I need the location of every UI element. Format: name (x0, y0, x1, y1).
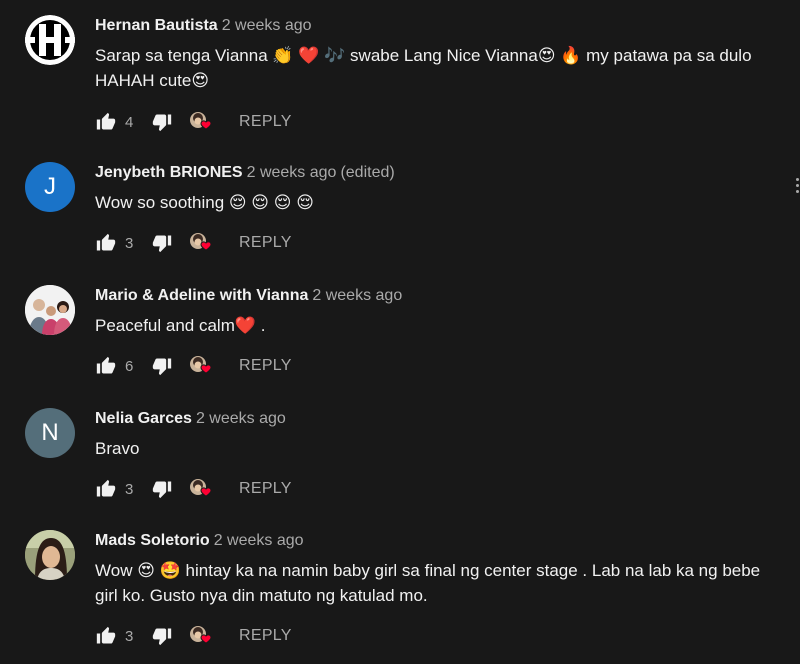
reply-button[interactable]: REPLY (239, 234, 292, 252)
more-options-icon[interactable] (796, 178, 800, 196)
comment-actions: 3 REPLY (95, 624, 292, 648)
comment-header: Jenybeth BRIONES 2 weeks ago (edited) (95, 164, 395, 182)
dislike-icon[interactable] (151, 355, 173, 377)
creator-heart-icon (187, 624, 215, 648)
author-name[interactable]: Hernan Bautista (95, 17, 218, 34)
like-count: 3 (125, 234, 134, 252)
edited-label: (edited) (340, 164, 395, 181)
avatar-letter: J (44, 173, 56, 200)
dislike-icon[interactable] (151, 478, 173, 500)
author-name[interactable]: Jenybeth BRIONES (95, 164, 243, 181)
reply-button[interactable]: REPLY (239, 357, 292, 375)
comment-header: Nelia Garces 2 weeks ago (95, 410, 286, 428)
comment-time[interactable]: 2 weeks ago (214, 532, 304, 549)
comment-text: Sarap sa tenga Vianna 👏 ❤️ 🎶 swabe Lang … (95, 46, 752, 90)
comment-actions: 4 REPLY (95, 110, 292, 134)
comment-header: Hernan Bautista 2 weeks ago (95, 17, 312, 35)
avatar[interactable] (25, 15, 75, 65)
like-count: 3 (125, 627, 134, 645)
comment-actions: 3 REPLY (95, 477, 292, 501)
like-count: 6 (125, 357, 134, 375)
comment-text: Wow so soothing 😌 😌 😌 😌 (95, 193, 314, 212)
comment-time[interactable]: 2 weeks ago (222, 17, 312, 34)
comment-time[interactable]: 2 weeks ago (196, 410, 286, 427)
dislike-icon[interactable] (151, 625, 173, 647)
creator-heart-icon (187, 231, 215, 255)
dislike-icon[interactable] (151, 111, 173, 133)
creator-heart-icon (187, 110, 215, 134)
comment-text: Bravo (95, 439, 140, 458)
comment-header: Mario & Adeline with Vianna 2 weeks ago (95, 287, 402, 305)
like-icon[interactable] (95, 232, 117, 254)
avatar-letter: N (41, 419, 59, 446)
user-photo-icon (25, 530, 75, 580)
avatar[interactable] (25, 285, 75, 335)
like-icon[interactable] (95, 625, 117, 647)
family-photo-icon (25, 285, 75, 335)
avatar[interactable] (25, 530, 75, 580)
avatar[interactable]: N (25, 408, 75, 458)
author-name[interactable]: Nelia Garces (95, 410, 192, 427)
comment-actions: 6 REPLY (95, 354, 292, 378)
author-name[interactable]: Mario & Adeline with Vianna (95, 287, 308, 304)
like-icon[interactable] (95, 478, 117, 500)
dislike-icon[interactable] (151, 232, 173, 254)
comment-header: Mads Soletorio 2 weeks ago (95, 532, 304, 550)
creator-heart-icon (187, 477, 215, 501)
comment-time[interactable]: 2 weeks ago (247, 164, 337, 181)
avatar[interactable]: J (25, 162, 75, 212)
comment-actions: 3 REPLY (95, 231, 292, 255)
like-count: 4 (125, 113, 134, 131)
comment-text: Wow 😍 🤩 hintay ka na namin baby girl sa … (95, 561, 761, 605)
reply-button[interactable]: REPLY (239, 480, 292, 498)
like-count: 3 (125, 480, 134, 498)
comment-text: Peaceful and calm❤️ . (95, 316, 266, 335)
reply-button[interactable]: REPLY (239, 627, 292, 645)
creator-heart-icon (187, 354, 215, 378)
author-name[interactable]: Mads Soletorio (95, 532, 210, 549)
hb-logo-icon (25, 15, 75, 65)
like-icon[interactable] (95, 111, 117, 133)
reply-button[interactable]: REPLY (239, 113, 292, 131)
like-icon[interactable] (95, 355, 117, 377)
comment-time[interactable]: 2 weeks ago (312, 287, 402, 304)
